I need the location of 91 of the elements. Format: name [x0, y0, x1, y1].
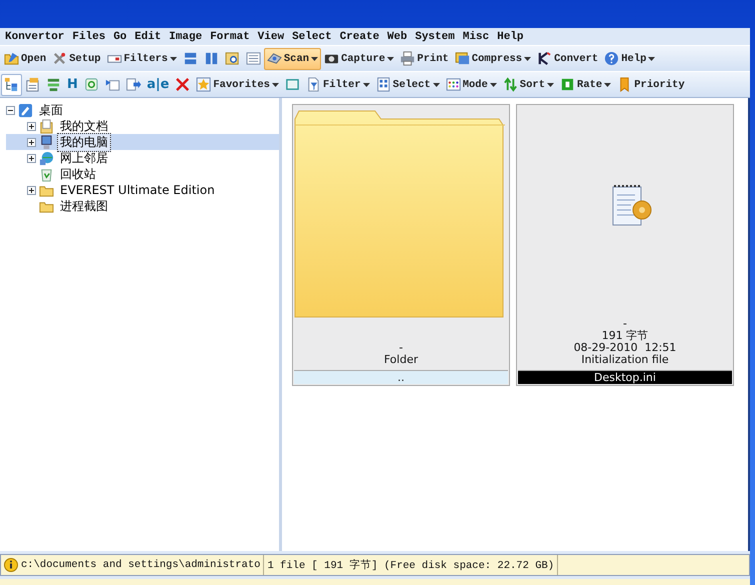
toolbar-button[interactable]: Sort	[500, 74, 558, 96]
menu-item[interactable]: Misc	[460, 30, 494, 42]
menu-item[interactable]: Files	[69, 30, 110, 42]
caret-icon	[387, 56, 394, 60]
thumbnail-info: -	[623, 318, 627, 330]
toolbar-button[interactable]: Select	[372, 74, 443, 96]
caret-icon	[648, 56, 656, 60]
grid-icon	[376, 77, 391, 92]
menu-item[interactable]: Go	[110, 30, 132, 42]
collapse-icon[interactable]	[6, 106, 15, 114]
delete-icon	[175, 77, 190, 92]
thumbnail-caption[interactable]: Desktop.ini	[518, 370, 732, 384]
recycle-bin-icon	[39, 166, 54, 182]
help-icon	[604, 51, 620, 66]
menu-item[interactable]: Select	[289, 30, 337, 42]
tree-item[interactable]: 我的文档	[57, 116, 111, 136]
grid-icon	[446, 77, 461, 92]
toolbar-button[interactable]: Print	[397, 48, 452, 70]
toolbar-button[interactable]: Setup	[49, 48, 104, 70]
caret-icon	[490, 82, 497, 86]
toolbar-button[interactable]: Rate	[557, 74, 614, 96]
layers-icon	[46, 77, 61, 92]
expand-icon[interactable]	[27, 122, 36, 130]
toolbar-button[interactable]: Filters	[104, 48, 180, 70]
caret-icon	[547, 82, 554, 86]
copy-icon	[126, 77, 141, 92]
list-icon	[246, 51, 261, 66]
tree-item[interactable]: 我的电脑	[57, 132, 111, 152]
caret-icon	[170, 56, 177, 60]
folder-icon	[4, 51, 19, 66]
thumbnail-card[interactable]: - 191 字节 08-29-2010 12:51 Initialization file Desktop.ini	[516, 104, 734, 386]
thumbnail-info: -	[399, 342, 403, 354]
toolbar-button[interactable]: Filter	[302, 74, 373, 96]
thumbnail-info: 191 字节	[602, 330, 648, 342]
toolbar-button[interactable]: Compress	[452, 48, 534, 70]
toolbar-button[interactable]: Favorites	[193, 74, 282, 96]
menu-item[interactable]: Create	[336, 30, 384, 42]
toolbar-button[interactable]: Priority	[614, 74, 688, 96]
thumbnail-caption[interactable]: ..	[294, 370, 508, 384]
menu-item[interactable]: Konvertor	[2, 30, 70, 42]
sort-icon	[502, 77, 518, 92]
menu-item[interactable]: Web	[384, 30, 412, 42]
rows-icon	[182, 51, 198, 66]
expand-icon[interactable]	[27, 186, 36, 194]
documents-icon	[39, 118, 54, 134]
frame-icon	[284, 77, 300, 92]
menu-item[interactable]: Edit	[132, 30, 166, 42]
expand-icon[interactable]	[27, 138, 36, 146]
menu-item[interactable]: Format	[207, 30, 255, 42]
tree-item[interactable]: EVEREST Ultimate Edition	[57, 182, 218, 198]
menu-item[interactable]: Image	[166, 30, 208, 42]
computer-icon	[39, 134, 54, 150]
toolbar-icon-button[interactable]	[1, 74, 22, 96]
caret-icon	[604, 82, 612, 86]
scanner-icon	[266, 51, 282, 66]
status-info: 1 file [ 191 字节] (Free disk space: 22.72 GB)	[264, 555, 558, 575]
thumbnail-info: 08-29-2010 12:51	[574, 342, 676, 354]
caret-icon	[432, 82, 440, 86]
printer-icon	[400, 51, 416, 66]
star-icon	[196, 77, 212, 92]
info-icon	[4, 558, 18, 572]
status-path-text: c:\documents and settings\administrato	[21, 559, 260, 571]
toolbar-icon-button[interactable]: H	[64, 74, 81, 96]
tree-item[interactable]: 网上邻居	[57, 148, 111, 168]
expand-icon[interactable]	[27, 154, 36, 162]
toolbar-button[interactable]: Convert	[534, 48, 602, 70]
document-icon	[306, 77, 321, 92]
toolbar-button[interactable]: Open	[1, 48, 50, 70]
menu-item[interactable]: System	[412, 30, 460, 42]
toolbar-button[interactable]: Help	[601, 48, 658, 70]
toolbar-icon-button[interactable]: a|e	[144, 74, 172, 96]
caret-icon	[362, 82, 370, 86]
tree-item[interactable]: 回收站	[57, 164, 99, 184]
move-icon	[104, 77, 120, 92]
thumbnail-card[interactable]: - Folder ..	[292, 104, 510, 386]
tree-item[interactable]: 进程截图	[57, 196, 111, 216]
toolbar-button[interactable]: Capture	[321, 48, 398, 70]
menu-item[interactable]: Help	[494, 30, 529, 42]
toolbar-button[interactable]: Mode	[442, 74, 500, 96]
menu-item[interactable]: View	[254, 30, 290, 42]
thumbnail-info: Initialization file	[581, 354, 669, 366]
thumbnail-info: Folder	[384, 354, 418, 366]
toolbar-button[interactable]: Scan	[264, 48, 322, 70]
caret-icon	[311, 56, 318, 60]
caret-icon	[272, 82, 279, 86]
tree-item[interactable]: 桌面	[36, 100, 66, 120]
columns-icon	[204, 51, 219, 66]
properties-icon	[25, 77, 40, 92]
tree-icon	[4, 77, 19, 92]
archive-icon	[454, 51, 470, 66]
caret-icon	[524, 56, 532, 60]
